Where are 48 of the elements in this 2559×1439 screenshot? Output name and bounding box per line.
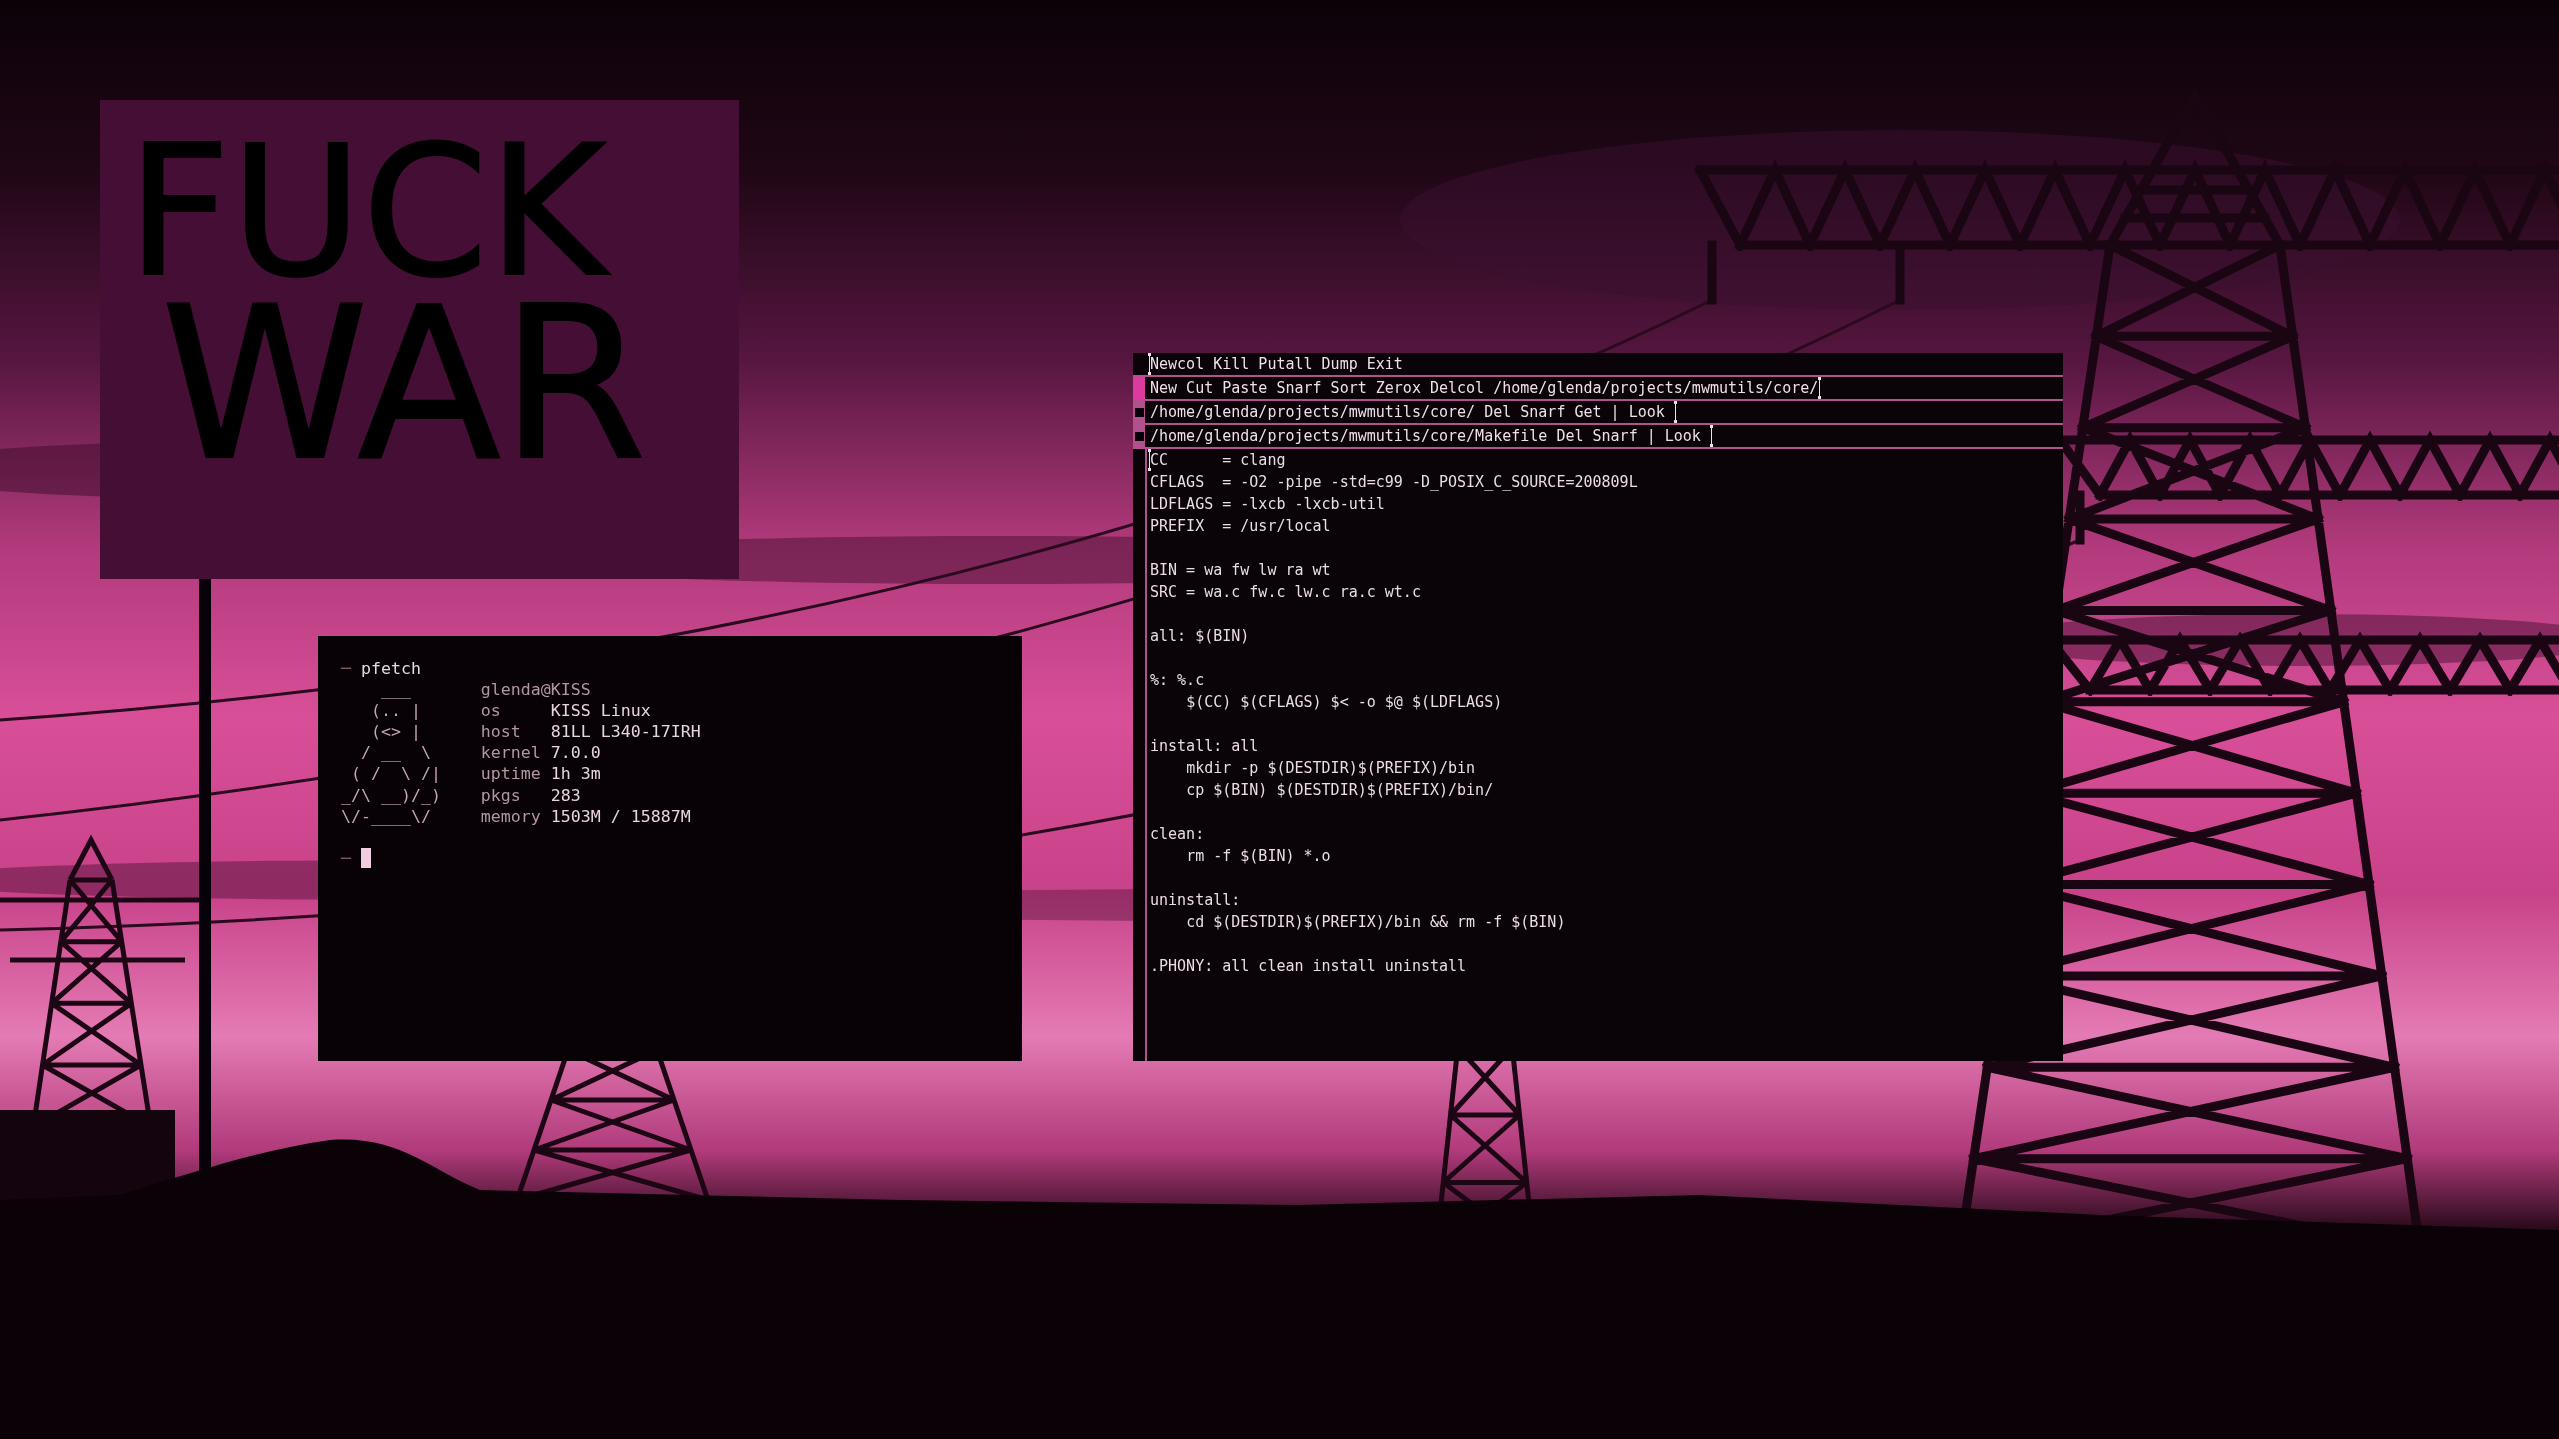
drag-handle[interactable] bbox=[1133, 401, 1145, 423]
code-line: cp $(BIN) $(DESTDIR)$(PREFIX)/bin/ bbox=[1185, 780, 1494, 801]
ascii-art-line: ___ bbox=[379, 679, 411, 701]
ascii-art-line: _/\ __)/_) bbox=[341, 784, 441, 806]
code-line: uninstall: bbox=[1150, 890, 1241, 911]
ascii-art-line: / __ \ bbox=[359, 742, 431, 764]
code-line: SRC = wa.c fw.c lw.c ra.c wt.c bbox=[1150, 582, 1421, 603]
code-line: %: %.c bbox=[1150, 670, 1205, 691]
info-label: uptime bbox=[480, 763, 541, 785]
prompt-symbol: ─ bbox=[341, 847, 351, 869]
info-value: 1503M / 15887M bbox=[550, 805, 691, 827]
ascii-art-line: ( / \ /| bbox=[350, 763, 441, 785]
code-line: mkdir -p $(DESTDIR)$(PREFIX)/bin bbox=[1185, 758, 1476, 779]
code-line: all: $(BIN) bbox=[1150, 626, 1250, 647]
tag-text[interactable]: /home/glenda/projects/mwmutils/core/Makefile Del Snarf | Look bbox=[1150, 425, 1710, 447]
info-label: memory bbox=[480, 805, 541, 827]
code-line: BIN = wa fw lw ra wt bbox=[1150, 560, 1331, 581]
info-value: 283 bbox=[550, 784, 581, 806]
drag-handle[interactable] bbox=[1133, 425, 1145, 447]
info-value: 7.0.0 bbox=[550, 742, 601, 764]
info-value: KISS Linux bbox=[550, 700, 651, 722]
info-label: kernel bbox=[480, 742, 541, 764]
ascii-art-line: (<> | bbox=[369, 721, 421, 743]
code-line: cd $(DESTDIR)$(PREFIX)/bin && rm -f $(BIN) bbox=[1185, 912, 1566, 933]
code-line: $(CC) $(CFLAGS) $< -o $@ $(LDFLAGS) bbox=[1185, 692, 1503, 713]
info-value: 81LL L340-17IRH bbox=[550, 721, 701, 743]
prompt-symbol: ─ bbox=[341, 658, 351, 680]
code-line: clean: bbox=[1150, 824, 1205, 845]
code-line: .PHONY: all clean install uninstall bbox=[1150, 956, 1467, 977]
code-line: PREFIX = /usr/local bbox=[1150, 516, 1331, 537]
tag-text[interactable]: Newcol Kill Putall Dump Exit bbox=[1150, 353, 1403, 375]
handwritten-text: WAR bbox=[161, 280, 647, 490]
code-line: CC = clang bbox=[1150, 450, 1286, 471]
user-host-text: glenda@KISS bbox=[480, 679, 591, 701]
drag-handle[interactable] bbox=[1133, 377, 1145, 399]
code-line: install: all bbox=[1150, 736, 1259, 757]
info-value: 1h 3m bbox=[550, 763, 601, 785]
tag-text[interactable]: New Cut Paste Snarf Sort Zerox Delcol /home/glenda/projects/mwmutils/core/ bbox=[1150, 377, 1819, 399]
info-label: host bbox=[480, 721, 521, 743]
code-line: rm -f $(BIN) *.o bbox=[1185, 846, 1331, 867]
ascii-art-line: (.. | bbox=[369, 700, 421, 722]
command-text: pfetch bbox=[361, 658, 421, 680]
code-line: LDFLAGS = -lxcb -lxcb-util bbox=[1150, 494, 1385, 515]
info-label: pkgs bbox=[480, 784, 521, 806]
code-line: CFLAGS = -O2 -pipe -std=c99 -D_POSIX_C_SOURCE=200809L bbox=[1150, 472, 1638, 493]
ascii-art-line: \/-____\/ bbox=[341, 805, 431, 827]
tag-text[interactable]: /home/glenda/projects/mwmutils/core/ Del Snarf Get | Look bbox=[1150, 401, 1674, 423]
info-label: os bbox=[480, 700, 501, 722]
